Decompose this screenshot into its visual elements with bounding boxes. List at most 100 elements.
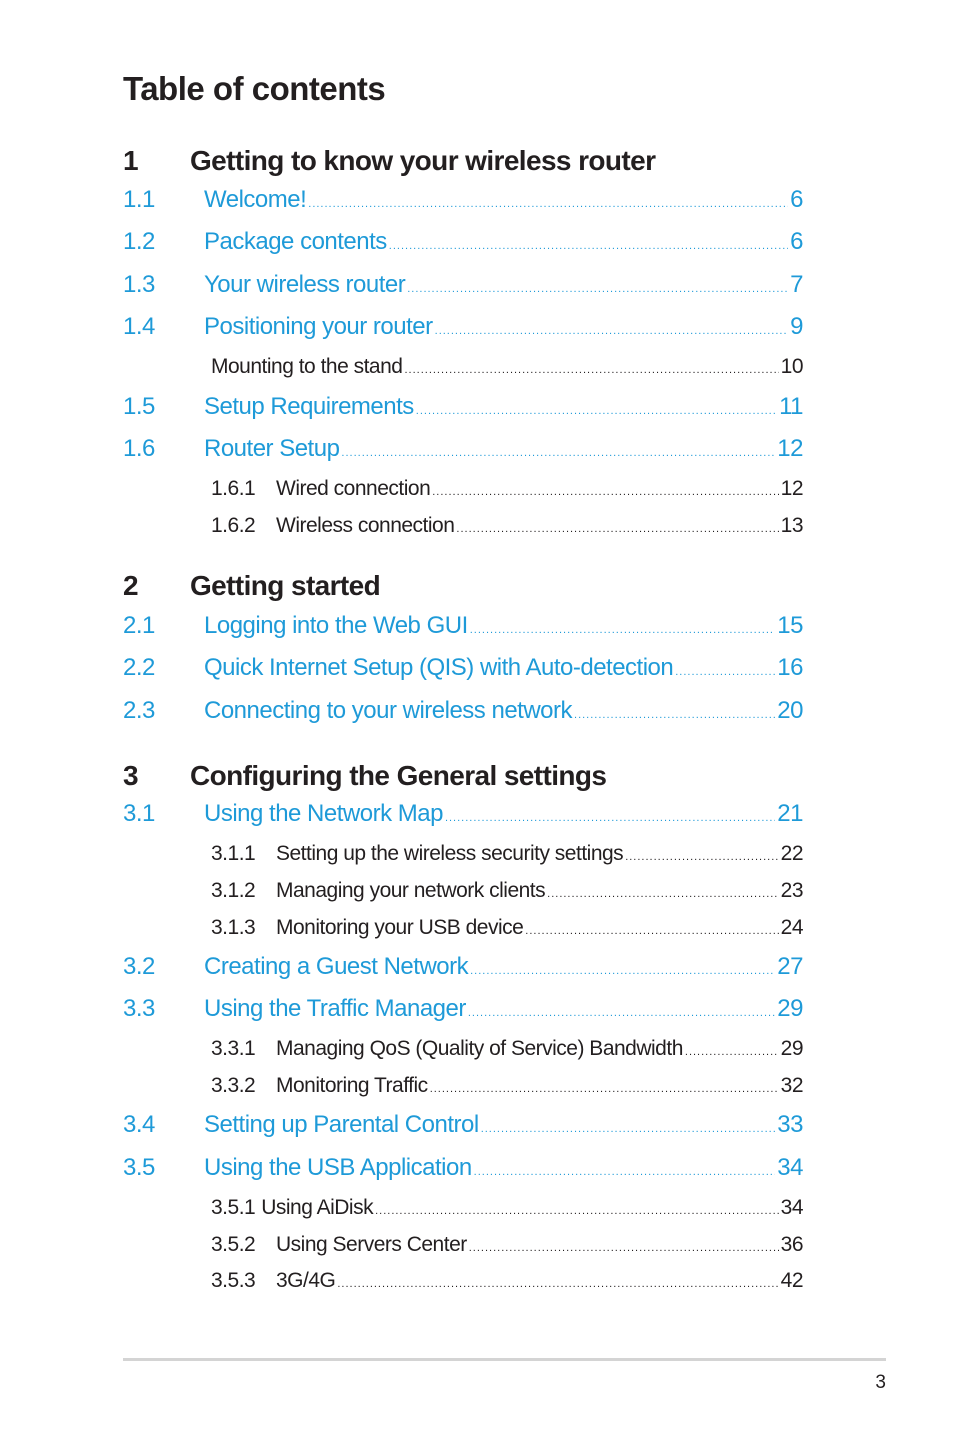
dot-leader <box>474 1166 776 1178</box>
dot-leader <box>675 666 775 678</box>
toc-entry-page: 42 <box>780 1269 804 1292</box>
toc-entry-page: 23 <box>780 879 804 902</box>
toc-entry-number: 1.6.1 <box>211 477 256 500</box>
toc-entry-number: 1.4 <box>123 313 155 340</box>
dot-leader <box>375 1205 779 1217</box>
toc-entry-page: 22 <box>780 842 804 865</box>
toc-entry-label: Wired connection <box>276 477 431 500</box>
dot-leader <box>574 709 775 721</box>
toc-entry-page: 32 <box>780 1074 804 1097</box>
toc-entry-label[interactable]: Positioning your router <box>204 313 433 341</box>
toc-entry: Mounting to the stand 10 <box>211 355 804 381</box>
toc-entry-number: 3.3.2 <box>211 1074 256 1097</box>
toc-entry: 1.6.2 Wireless connection 13 <box>211 514 804 540</box>
toc-entry[interactable]: 3.1 Using the Network Map 21 <box>123 800 803 830</box>
toc-entry-label[interactable]: Your wireless router <box>204 271 406 299</box>
dot-leader <box>435 325 789 337</box>
toc-entry-page: 13 <box>780 514 804 537</box>
toc-entry[interactable]: 2.2 Quick Internet Setup (QIS) with Auto-… <box>123 654 803 684</box>
toc-entry-page: 27 <box>777 953 803 980</box>
toc-entry[interactable]: 3.3 Using the Traffic Manager 29 <box>123 995 803 1025</box>
toc-entry-label[interactable]: Router Setup <box>204 435 340 463</box>
toc-entry-number: 1.3 <box>123 271 155 298</box>
dot-leader <box>456 523 778 535</box>
toc-entry-label: Wireless connection <box>276 514 455 537</box>
dot-leader <box>445 812 775 824</box>
toc-entry-number: 1.5 <box>123 393 155 420</box>
toc-entry-page: 20 <box>777 697 803 724</box>
toc-entry-number: 2.2 <box>123 654 155 681</box>
toc-entry: 3.1.3 Monitoring your USB device 24 <box>211 916 804 942</box>
toc-entry-number: 3.2 <box>123 953 155 980</box>
toc-entry-page: 7 <box>790 271 803 298</box>
chapter-title: Getting started <box>190 570 381 601</box>
toc-entry: 1.6.1 Wired connection 12 <box>211 477 804 503</box>
toc-entry-page: 29 <box>780 1037 804 1060</box>
toc-entry-number: 3.1.1 <box>211 842 256 865</box>
toc-entry-label[interactable]: Logging into the Web GUI <box>204 612 468 640</box>
toc-entry[interactable]: 1.6 Router Setup 12 <box>123 435 803 465</box>
toc-entry-label[interactable]: Setting up Parental Control <box>204 1111 479 1139</box>
toc-entry: 3.5.1Using AiDisk 34 <box>211 1196 804 1222</box>
toc-entry-label[interactable]: Using the USB Application <box>204 1154 472 1182</box>
toc-entry-page: 12 <box>780 477 804 500</box>
toc-entry-number: 1.6.2 <box>211 514 256 537</box>
toc-entry-label: Managing your network clients <box>276 879 546 902</box>
toc-entry[interactable]: 2.3 Connecting to your wireless network 20 <box>123 697 803 727</box>
toc-entry-label: Mounting to the stand <box>211 355 403 378</box>
dot-leader <box>404 364 778 376</box>
toc-entry-label[interactable]: Connecting to your wireless network <box>204 697 573 725</box>
toc-entry-number: 3.1 <box>123 800 155 827</box>
toc-entry-label: Managing QoS (Quality of Service) Bandwi… <box>276 1037 683 1060</box>
dot-leader <box>308 198 788 210</box>
dot-leader <box>337 1278 778 1290</box>
dot-leader <box>468 1007 775 1019</box>
toc-entry-page: 6 <box>790 186 803 213</box>
toc-entry-page: 16 <box>777 654 803 681</box>
toc-entry-label[interactable]: Quick Internet Setup (QIS) with Auto-det… <box>204 654 674 682</box>
toc-entry-label: Monitoring your USB device <box>276 916 524 939</box>
toc-entry-label[interactable]: Using the Traffic Manager <box>204 995 466 1023</box>
toc-entry-label[interactable]: Welcome! <box>204 186 307 214</box>
dot-leader <box>685 1046 779 1058</box>
page-number: 3 <box>875 1372 886 1393</box>
page-title: Table of contents <box>123 70 386 107</box>
dot-leader <box>432 486 778 498</box>
toc-entry[interactable]: 2.1 Logging into the Web GUI 15 <box>123 612 803 642</box>
toc-entry[interactable]: 1.2 Package contents 6 <box>123 228 803 258</box>
dot-leader <box>470 965 775 977</box>
chapter-heading: 1 Getting to know your wireless router <box>123 145 656 177</box>
toc-entry-label[interactable]: Creating a Guest Network <box>204 953 469 981</box>
toc-entry: 3.1.1 Setting up the wireless security se… <box>211 842 804 868</box>
toc-entry-number: 1.2 <box>123 228 155 255</box>
toc-entry-page: 34 <box>780 1196 804 1219</box>
toc-entry[interactable]: 1.4 Positioning your router 9 <box>123 313 803 343</box>
toc-entry[interactable]: 3.5 Using the USB Application 34 <box>123 1154 803 1184</box>
toc-entry: 3.3.2 Monitoring Traffic 32 <box>211 1074 804 1100</box>
dot-leader <box>407 283 788 295</box>
toc-entry-page: 21 <box>777 800 803 827</box>
toc-entry-label: Setting up the wireless security setting… <box>276 842 624 865</box>
toc-entry-number: 1.1 <box>123 186 155 213</box>
toc-entry-number: 3.5 <box>123 1154 155 1181</box>
toc-entry-page: 12 <box>777 435 803 462</box>
chapter-number: 2 <box>123 570 139 601</box>
toc-entry-label[interactable]: Package contents <box>204 228 387 256</box>
toc-entry-number: 3.3 <box>123 995 155 1022</box>
toc-entry-number: 3.5.3 <box>211 1269 256 1292</box>
toc-entry-label[interactable]: Setup Requirements <box>204 393 414 421</box>
toc-entry[interactable]: 1.3 Your wireless router 7 <box>123 271 803 301</box>
toc-entry-label[interactable]: Using the Network Map <box>204 800 443 828</box>
toc-entry-number: 3.1.2 <box>211 879 256 902</box>
toc-entry-page: 6 <box>790 228 803 255</box>
toc-entry-number: 1.6 <box>123 435 155 462</box>
toc-entry[interactable]: 1.5 Setup Requirements 11 <box>123 393 803 423</box>
chapter-title: Configuring the General settings <box>190 760 607 791</box>
toc-entry[interactable]: 3.2 Creating a Guest Network 27 <box>123 953 803 983</box>
toc-entry[interactable]: 1.1 Welcome! 6 <box>123 186 803 216</box>
toc-entry-page: 24 <box>780 916 804 939</box>
dot-leader <box>525 925 778 937</box>
dot-leader <box>341 447 775 459</box>
toc-entry[interactable]: 3.4 Setting up Parental Control 33 <box>123 1111 803 1141</box>
chapter-number: 1 <box>123 145 139 176</box>
